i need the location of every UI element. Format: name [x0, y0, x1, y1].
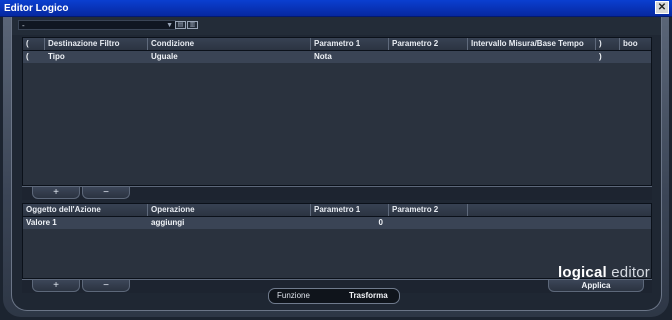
function-value[interactable]: Trasforma — [349, 291, 388, 300]
cell-action-param2[interactable] — [389, 217, 392, 229]
col-action-param2[interactable]: Parametro 2 — [389, 204, 468, 216]
col-condition[interactable]: Condizione — [148, 38, 311, 50]
store-preset-icon[interactable]: ▤ — [175, 21, 186, 29]
toolbar: - ▼ ▤ ▥ — [12, 17, 661, 35]
col-bool[interactable]: boo — [620, 38, 653, 50]
remove-filter-button[interactable]: − — [82, 187, 130, 199]
cell-param2[interactable] — [389, 51, 392, 63]
col-action-target[interactable]: Oggetto dell'Azione — [23, 204, 148, 216]
col-range[interactable]: Intervallo Misura/Base Tempo — [468, 38, 596, 50]
col-open-paren[interactable]: ( — [23, 38, 45, 50]
cell-range[interactable] — [468, 51, 471, 63]
col-operation[interactable]: Operazione — [148, 204, 311, 216]
cell-action-target[interactable]: Valore 1 — [23, 217, 57, 229]
filter-header: ( Destinazione Filtro Condizione Paramet… — [23, 38, 651, 51]
remove-preset-icon[interactable]: ▥ — [187, 21, 198, 29]
add-filter-button[interactable]: + — [32, 187, 80, 199]
table-row[interactable]: ( Tipo Uguale Nota ) — [23, 51, 651, 63]
filter-table: ( Destinazione Filtro Condizione Paramet… — [22, 37, 652, 186]
col-action-param1[interactable]: Parametro 1 — [311, 204, 389, 216]
preset-value: - — [22, 21, 25, 30]
cell-bool[interactable] — [620, 51, 623, 63]
function-label: Funzione — [277, 291, 310, 300]
function-selector[interactable]: Funzione Trasforma — [268, 288, 400, 304]
table-row[interactable]: Valore 1 aggiungi 0 — [23, 217, 651, 229]
col-param2[interactable]: Parametro 2 — [389, 38, 468, 50]
window-title: Editor Logico — [4, 3, 69, 14]
close-icon[interactable]: ✕ — [655, 1, 669, 14]
add-action-button[interactable]: + — [32, 280, 80, 292]
col-param1[interactable]: Parametro 1 — [311, 38, 389, 50]
filter-button-bar: + − — [22, 186, 652, 200]
col-close-paren[interactable]: ) — [596, 38, 620, 50]
logical-editor-logo: logical editor — [557, 264, 650, 281]
cell-param1[interactable]: Nota — [311, 51, 332, 63]
action-header: Oggetto dell'Azione Operazione Parametro… — [23, 204, 651, 217]
remove-action-button[interactable]: − — [82, 280, 130, 292]
cell-action-param1[interactable]: 0 — [311, 217, 389, 229]
cell-target[interactable]: Tipo — [45, 51, 65, 63]
cell-open[interactable]: ( — [23, 51, 29, 63]
cell-operation[interactable]: aggiungi — [148, 217, 184, 229]
apply-button[interactable]: Applica — [548, 280, 644, 292]
chevron-down-icon: ▼ — [166, 22, 173, 29]
cell-close[interactable]: ) — [596, 51, 602, 63]
preset-dropdown[interactable]: - ▼ — [18, 20, 176, 30]
col-filter-target[interactable]: Destinazione Filtro — [45, 38, 148, 50]
cell-condition[interactable]: Uguale — [148, 51, 178, 63]
title-bar[interactable]: Editor Logico ✕ — [0, 0, 672, 17]
